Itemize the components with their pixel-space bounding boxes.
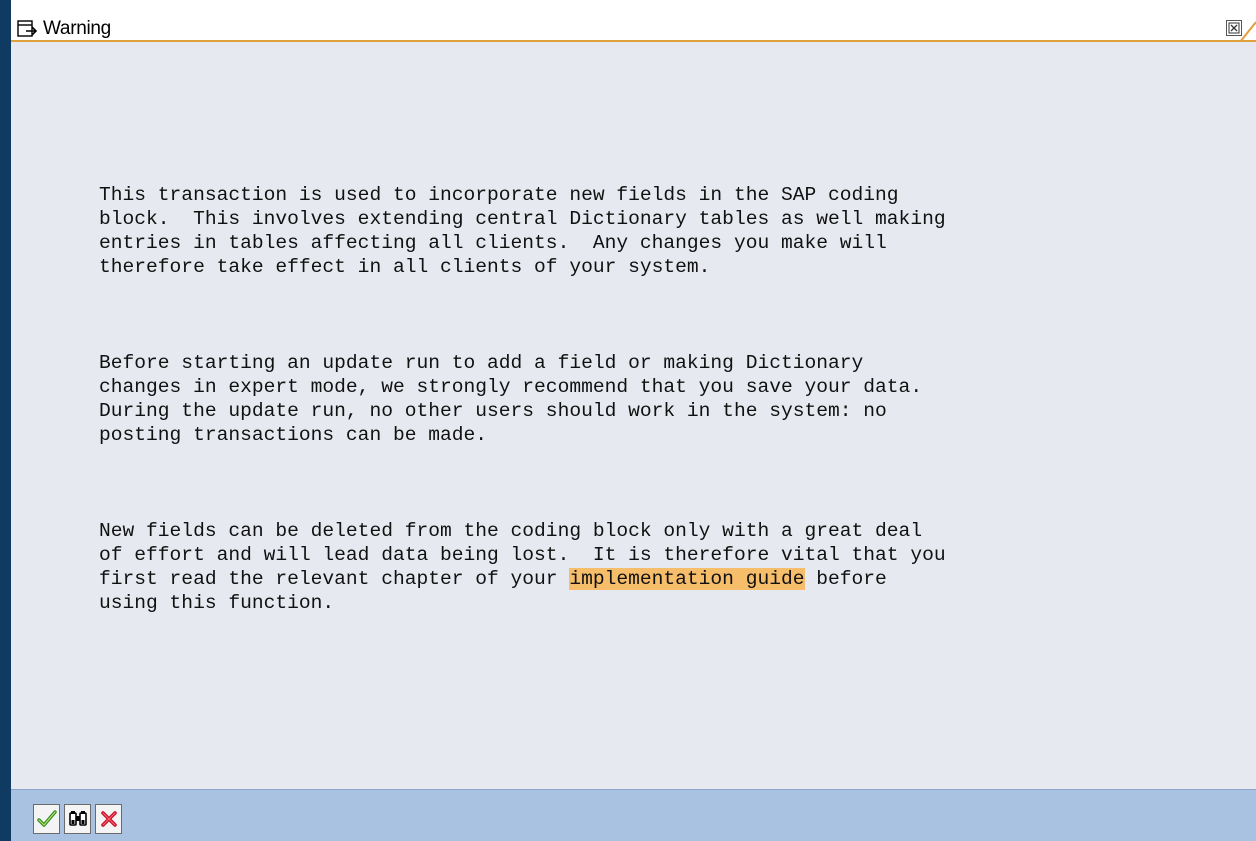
title-bar[interactable]: Warning: [11, 0, 1256, 42]
implementation-guide-link[interactable]: implementation guide: [569, 568, 805, 590]
message-paragraph-3: New fields can be deleted from the codin…: [99, 519, 946, 615]
window-left-edge: [0, 0, 11, 841]
cancel-button[interactable]: [95, 804, 122, 834]
window-menu-icon[interactable]: [17, 19, 39, 39]
title-group: Warning: [17, 17, 111, 41]
warning-dialog: Warning This transaction is used to inco…: [0, 0, 1256, 841]
checkmark-icon: [36, 810, 57, 827]
window-title: Warning: [43, 18, 111, 39]
red-x-icon: [100, 811, 117, 827]
continue-button[interactable]: [33, 804, 60, 834]
warning-message: This transaction is used to incorporate …: [99, 135, 946, 687]
binoculars-icon: [68, 811, 87, 826]
message-paragraph-1: This transaction is used to incorporate …: [99, 184, 946, 278]
close-icon: [1228, 22, 1240, 34]
dialog-toolbar: [11, 789, 1256, 841]
message-paragraph-2: Before starting an update run to add a f…: [99, 352, 923, 446]
close-button[interactable]: [1226, 20, 1242, 36]
dialog-content: This transaction is used to incorporate …: [11, 42, 1256, 789]
find-button[interactable]: [64, 804, 91, 834]
